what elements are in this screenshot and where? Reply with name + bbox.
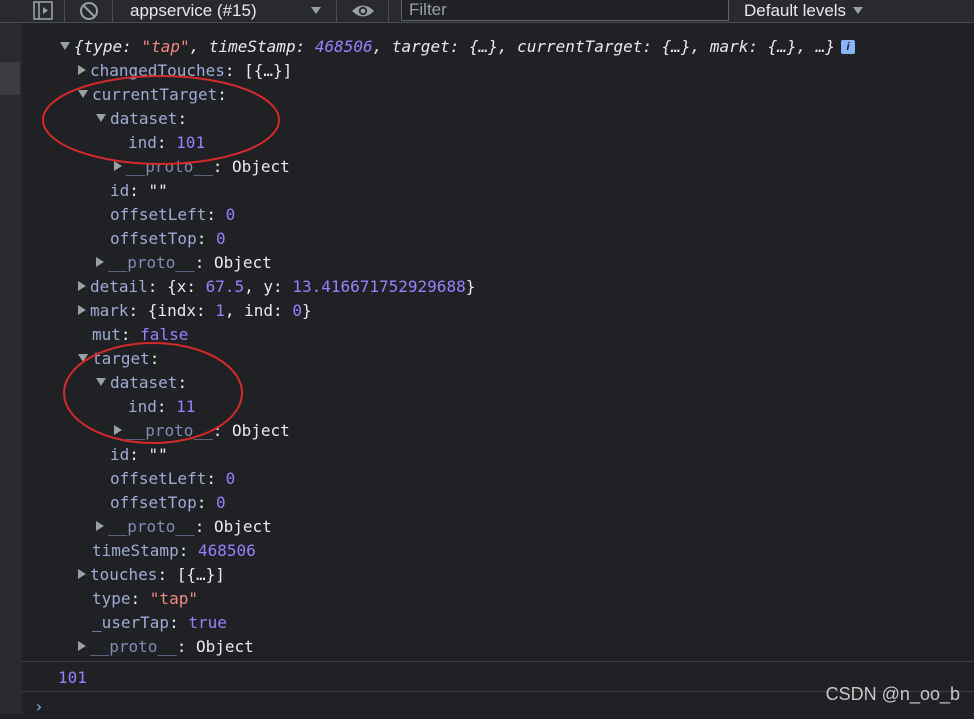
eye-icon[interactable]	[350, 0, 376, 22]
sidebar-toggle-icon[interactable]	[32, 0, 54, 22]
log-result: 101	[58, 668, 87, 687]
filter-input[interactable]: Filter	[401, 0, 729, 21]
chevron-down-icon[interactable]	[310, 0, 322, 22]
prop-ct-offsetTop: offsetTop: 0	[110, 229, 226, 248]
prop-currentTarget[interactable]: currentTarget:	[78, 83, 227, 107]
prop-t-proto[interactable]: __proto__: Object	[96, 515, 272, 539]
prop-type: type: "tap"	[92, 589, 198, 608]
console-toolbar: appservice (#15) Filter Default levels	[0, 0, 974, 23]
console-prompt-icon[interactable]: ›	[34, 695, 44, 719]
prop-t-offsetLeft: offsetLeft: 0	[110, 469, 236, 488]
prop-userTap: _userTap: true	[92, 613, 227, 632]
prop-mark[interactable]: mark: {indx: 1, ind: 0}	[78, 299, 312, 323]
prop-ct-dataset-proto[interactable]: __proto__: Object	[114, 155, 290, 179]
prop-detail[interactable]: detail: {x: 67.5, y: 13.416671752929688}	[78, 275, 475, 299]
clear-console-icon[interactable]	[78, 0, 100, 22]
prop-t-dataset[interactable]: dataset:	[96, 371, 187, 395]
object-summary[interactable]: {type: "tap", timeStamp: 468506, target:…	[60, 35, 856, 59]
log-levels-dropdown[interactable]: Default levels	[744, 0, 864, 22]
filter-placeholder: Filter	[409, 0, 447, 19]
prop-ct-offsetLeft: offsetLeft: 0	[110, 205, 236, 224]
message-divider	[22, 661, 974, 662]
context-label: appservice (#15)	[130, 1, 257, 20]
prop-timeStamp: timeStamp: 468506	[92, 541, 256, 560]
gutter-marker	[0, 62, 20, 95]
watermark: CSDN @n_oo_b	[825, 684, 960, 704]
console-output: {type: "tap", timeStamp: 468506, target:…	[22, 23, 974, 716]
prop-t-ind: ind: 11	[128, 397, 196, 416]
prop-t-offsetTop: offsetTop: 0	[110, 493, 226, 512]
prop-ct-dataset[interactable]: dataset:	[96, 107, 187, 131]
prop-mut: mut: false	[92, 325, 189, 344]
context-selector[interactable]: appservice (#15)	[130, 0, 257, 22]
log-levels-label: Default levels	[744, 1, 847, 20]
prop-target[interactable]: target:	[78, 347, 159, 371]
prop-touches[interactable]: touches: [{…}]	[78, 563, 225, 587]
info-icon[interactable]: i	[841, 39, 856, 54]
prop-ct-proto[interactable]: __proto__: Object	[96, 251, 272, 275]
prop-root-proto[interactable]: __proto__: Object	[78, 635, 254, 659]
prop-ct-ind: ind: 101	[128, 133, 206, 152]
prop-t-dataset-proto[interactable]: __proto__: Object	[114, 419, 290, 443]
chevron-down-icon	[853, 7, 864, 14]
left-gutter	[0, 23, 22, 714]
prop-changedTouches[interactable]: changedTouches: [{…}]	[78, 59, 292, 83]
prop-t-id: id: ""	[110, 445, 168, 464]
prop-ct-id: id: ""	[110, 181, 168, 200]
